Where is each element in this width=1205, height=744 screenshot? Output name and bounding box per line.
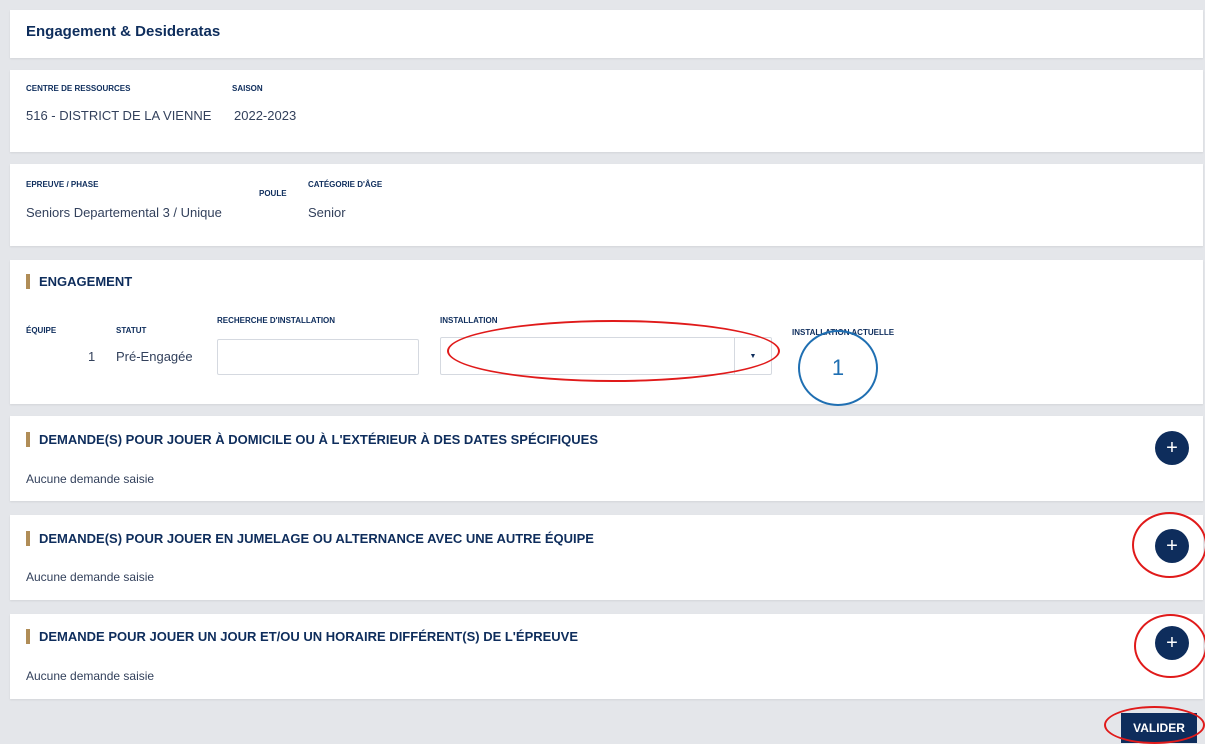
empty-message: Aucune demande saisie: [26, 669, 155, 683]
centre-card: CENTRE DE RESSOURCES 516 - DISTRICT DE L…: [10, 70, 1203, 152]
valider-button[interactable]: VALIDER: [1121, 713, 1197, 743]
accent-bar: [26, 629, 30, 644]
installation-select[interactable]: ▼: [440, 337, 772, 375]
title-card: Engagement & Desideratas: [10, 10, 1203, 58]
recherche-label: RECHERCHE D'INSTALLATION: [217, 316, 336, 325]
equipe-value: 1: [88, 349, 96, 364]
saison-value: 2022-2023: [234, 108, 297, 123]
installation-label: INSTALLATION: [440, 316, 498, 325]
recherche-input[interactable]: [217, 339, 419, 375]
page-title: Engagement & Desideratas: [26, 23, 221, 40]
empty-message: Aucune demande saisie: [26, 472, 155, 486]
engagement-card: ENGAGEMENT ÉQUIPE 1 STATUT Pré-Engagée R…: [10, 260, 1203, 404]
poule-label: POULE: [259, 189, 287, 198]
empty-message: Aucune demande saisie: [26, 570, 155, 584]
centre-label: CENTRE DE RESSOURCES: [26, 84, 131, 93]
epreuve-label: EPREUVE / PHASE: [26, 180, 99, 189]
categorie-label: CATÉGORIE D'ÂGE: [308, 180, 383, 189]
section-horaire: DEMANDE POUR JOUER UN JOUR ET/OU UN HORA…: [10, 614, 1203, 699]
add-button[interactable]: +: [1155, 529, 1189, 563]
section-title: DEMANDE(S) POUR JOUER À DOMICILE OU À L'…: [26, 432, 598, 447]
equipe-label: ÉQUIPE: [26, 326, 57, 335]
saison-label: SAISON: [232, 84, 263, 93]
section-jumelage: DEMANDE(S) POUR JOUER EN JUMELAGE OU ALT…: [10, 515, 1203, 600]
section-title: DEMANDE(S) POUR JOUER EN JUMELAGE OU ALT…: [26, 531, 594, 546]
add-button[interactable]: +: [1155, 431, 1189, 465]
section-title-text: DEMANDE POUR JOUER UN JOUR ET/OU UN HORA…: [39, 629, 579, 644]
epreuve-value: Seniors Departemental 3 / Unique: [26, 205, 222, 220]
accent-bar: [26, 274, 30, 289]
section-title: DEMANDE POUR JOUER UN JOUR ET/OU UN HORA…: [26, 629, 578, 644]
section-title-text: DEMANDE(S) POUR JOUER EN JUMELAGE OU ALT…: [39, 531, 594, 546]
engagement-title: ENGAGEMENT: [26, 274, 132, 289]
accent-bar: [26, 531, 30, 546]
chevron-down-icon[interactable]: ▼: [734, 338, 771, 374]
epreuve-card: EPREUVE / PHASE Seniors Departemental 3 …: [10, 164, 1203, 246]
section-title-text: DEMANDE(S) POUR JOUER À DOMICILE OU À L'…: [39, 432, 599, 447]
add-button[interactable]: +: [1155, 626, 1189, 660]
categorie-value: Senior: [308, 205, 346, 220]
annotation-number-circle: 1: [798, 330, 878, 406]
statut-value: Pré-Engagée: [116, 349, 193, 364]
statut-label: STATUT: [116, 326, 147, 335]
centre-value: 516 - DISTRICT DE LA VIENNE: [26, 108, 212, 123]
engagement-title-text: ENGAGEMENT: [39, 274, 133, 289]
section-dates-specifiques: DEMANDE(S) POUR JOUER À DOMICILE OU À L'…: [10, 416, 1203, 501]
accent-bar: [26, 432, 30, 447]
